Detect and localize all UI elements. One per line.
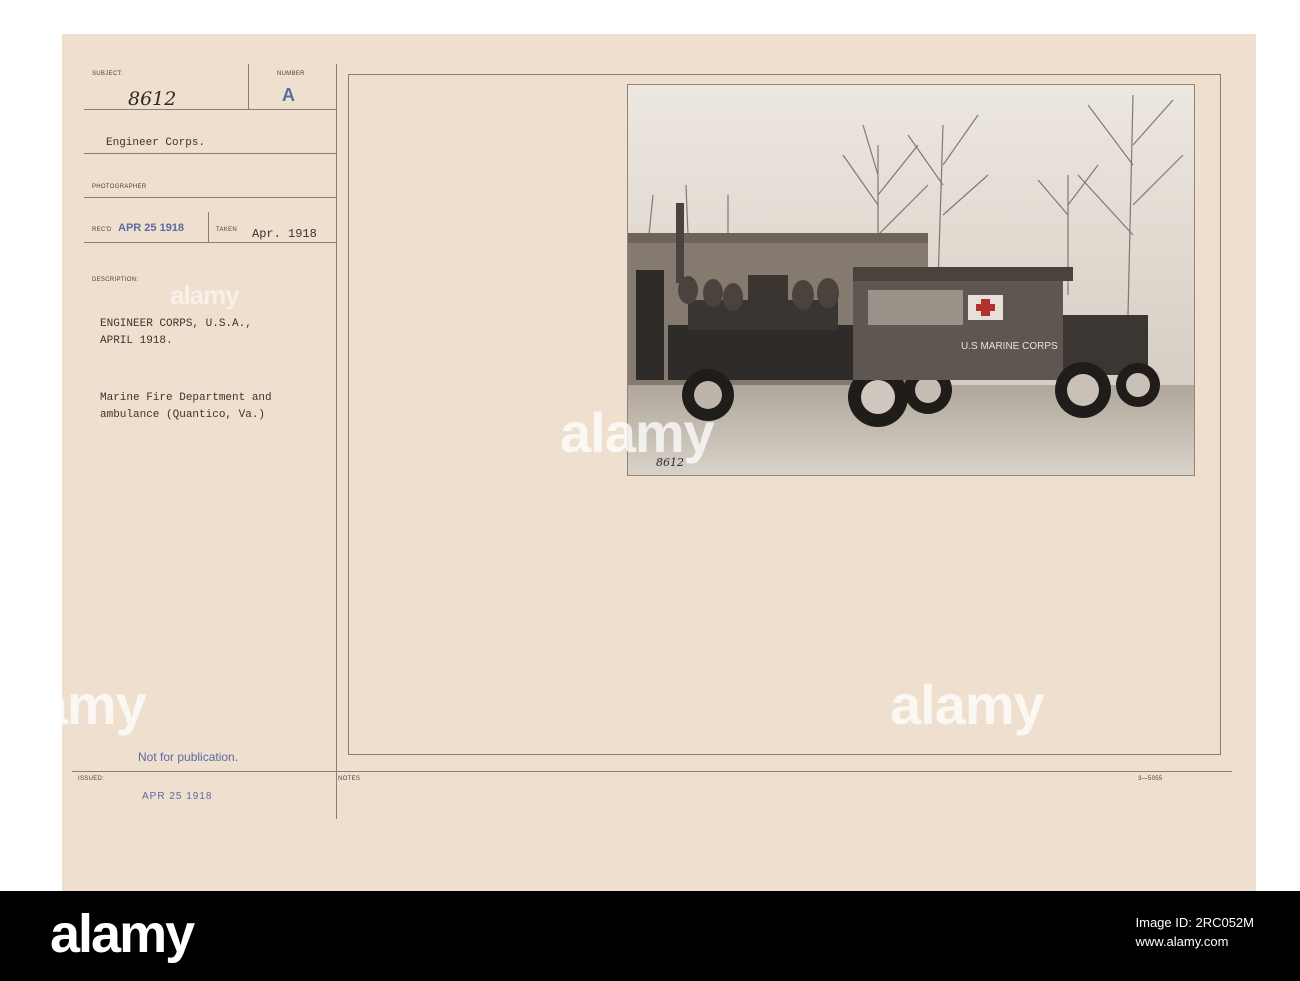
not-for-publication-stamp: Not for publication. xyxy=(138,750,239,764)
description-line-3: Marine Fire Department and xyxy=(100,392,272,404)
description-line-2: APRIL 1918. xyxy=(100,335,173,347)
left-column-border xyxy=(336,64,337,819)
description-label: DESCRIPTION: xyxy=(92,277,139,283)
watermark-left: alamy xyxy=(0,673,147,736)
subject-label: SUBJECT: xyxy=(92,71,123,77)
recd-taken-divider xyxy=(208,212,209,242)
description-line-4: ambulance (Quantico, Va.) xyxy=(100,409,266,421)
subject-row-line xyxy=(84,109,336,110)
notes-label: NOTES xyxy=(338,776,361,782)
watermark-bottom-right: alamy xyxy=(890,673,1045,736)
notes-frame-left xyxy=(348,74,349,754)
dates-row-line xyxy=(84,242,336,243)
taken-date: Apr. 1918 xyxy=(252,227,317,241)
site-url: www.alamy.com xyxy=(1135,934,1229,949)
description-line-1: ENGINEER CORPS, U.S.A., xyxy=(100,318,252,330)
taken-label: TAKEN xyxy=(216,227,238,233)
ambulance-marking: U.S MARINE CORPS xyxy=(961,341,1058,352)
photographer-row-line xyxy=(84,197,336,198)
notes-frame-bottom xyxy=(348,754,1221,755)
image-info: Image ID: 2RC052M www.alamy.com xyxy=(1136,913,1255,951)
subject-number-divider xyxy=(248,64,249,109)
issued-row-line xyxy=(72,771,1232,772)
watermark-top-left: alamy xyxy=(170,280,240,310)
number-stamp: A xyxy=(282,85,295,105)
notes-frame-top xyxy=(348,74,1221,75)
form-number: 3—5055 xyxy=(1138,776,1163,782)
issued-label: ISSUED: xyxy=(78,776,105,782)
watermark-center: alamy xyxy=(560,401,715,464)
number-label: NUMBER xyxy=(277,71,305,77)
image-id: Image ID: 2RC052M xyxy=(1135,915,1255,930)
notes-frame-right xyxy=(1220,74,1221,754)
alamy-logo: alamy xyxy=(50,904,195,964)
issued-date-stamp: APR 25 1918 xyxy=(142,791,213,802)
unit-name: Engineer Corps. xyxy=(106,137,206,149)
recd-label: REC'D xyxy=(92,227,112,233)
stock-footer-bar: alamy Image ID: 2RC052M www.alamy.com xyxy=(0,891,1300,981)
subject-number-handwritten: 8612 xyxy=(128,88,177,110)
unit-row-line xyxy=(84,153,336,154)
photographer-label: PHOTOGRAPHER xyxy=(92,184,147,190)
received-date-stamp: APR 25 1918 xyxy=(118,222,185,234)
